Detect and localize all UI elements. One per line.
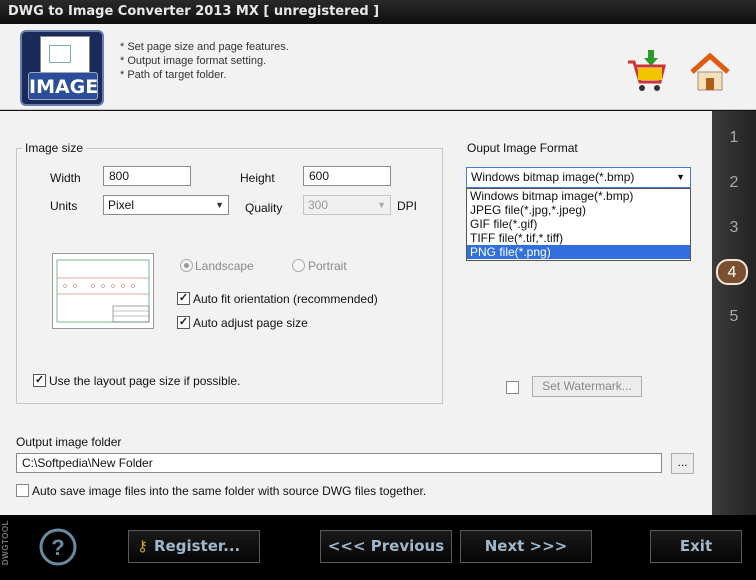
logo-label: IMAGE <box>28 72 98 100</box>
auto-fit-label: Auto fit orientation (recommended) <box>193 292 378 306</box>
output-format-label: Ouput Image Format <box>467 141 578 155</box>
output-format-select[interactable]: Windows bitmap image(*.bmp) ▼ <box>466 167 691 188</box>
chevron-down-icon: ▼ <box>377 200 386 210</box>
landscape-label: Landscape <box>195 259 254 273</box>
format-option-jpeg[interactable]: JPEG file(*.jpg,*.jpeg) <box>467 203 690 217</box>
layout-size-label: Use the layout page size if possible. <box>49 374 241 388</box>
app-logo: IMAGE <box>20 30 104 106</box>
format-option-bmp[interactable]: Windows bitmap image(*.bmp) <box>467 189 690 203</box>
output-format-value: Windows bitmap image(*.bmp) <box>471 170 635 184</box>
page-preview <box>52 253 154 329</box>
exit-button[interactable]: Exit <box>650 530 742 563</box>
landscape-radio[interactable] <box>180 259 193 272</box>
portrait-radio[interactable] <box>292 259 305 272</box>
height-label: Height <box>240 171 275 185</box>
width-input[interactable]: 800 <box>103 166 191 186</box>
auto-adjust-checkbox[interactable]: ✓ <box>177 316 190 329</box>
auto-adjust-label: Auto adjust page size <box>193 316 308 330</box>
drawing-preview-icon <box>56 259 150 323</box>
auto-fit-checkbox[interactable]: ✓ <box>177 292 190 305</box>
quality-select[interactable]: 300 ▼ <box>303 195 391 215</box>
drawing-icon <box>40 36 90 74</box>
units-value: Pixel <box>108 198 135 212</box>
tip-3: * Path of target folder. <box>120 69 227 81</box>
svg-text:?: ? <box>51 535 64 560</box>
set-watermark-button[interactable]: Set Watermark... <box>532 376 642 397</box>
output-folder-input[interactable]: C:\Softpedia\New Folder <box>16 453 662 473</box>
quality-value: 300 <box>308 198 329 212</box>
auto-save-checkbox[interactable] <box>16 484 29 497</box>
format-option-tiff[interactable]: TIFF file(*.tif,*.tiff) <box>467 231 690 245</box>
step-2[interactable]: 2 <box>712 174 756 192</box>
key-icon: ⚷ <box>137 537 148 555</box>
chevron-down-icon: ▼ <box>676 172 685 182</box>
help-icon[interactable]: ? <box>38 527 78 567</box>
side-brand-label: DWGTOOL <box>1 520 10 566</box>
watermark-checkbox[interactable] <box>506 381 519 394</box>
header: IMAGE * Set page size and page features.… <box>0 24 756 110</box>
tip-2: * Output image format setting. <box>120 55 267 67</box>
height-input[interactable]: 600 <box>303 166 391 186</box>
home-icon[interactable] <box>688 50 732 94</box>
output-format-list: Windows bitmap image(*.bmp) JPEG file(*.… <box>466 188 691 261</box>
portrait-label: Portrait <box>308 259 347 273</box>
dpi-label: DPI <box>397 199 418 213</box>
quality-label: Quality <box>245 201 283 215</box>
previous-button[interactable]: <<< Previous <box>320 530 452 563</box>
step-4[interactable]: 4 <box>716 259 748 285</box>
format-option-gif[interactable]: GIF file(*.gif) <box>467 217 690 231</box>
step-rail: 1 2 3 4 5 <box>712 111 756 515</box>
units-select[interactable]: Pixel ▼ <box>103 195 229 215</box>
shopping-cart-icon[interactable] <box>624 50 668 94</box>
auto-save-label: Auto save image files into the same fold… <box>32 484 427 498</box>
register-button[interactable]: ⚷ Register... <box>128 530 260 563</box>
step-3[interactable]: 3 <box>712 219 756 237</box>
image-size-label: Image size <box>22 141 87 155</box>
tip-1: * Set page size and page features. <box>120 41 289 53</box>
width-label: Width <box>50 171 81 185</box>
units-label: Units <box>50 199 78 213</box>
step-5[interactable]: 5 <box>712 308 756 326</box>
format-option-png[interactable]: PNG file(*.png) <box>467 245 690 259</box>
step-1[interactable]: 1 <box>712 129 756 147</box>
next-button[interactable]: Next >>> <box>460 530 592 563</box>
chevron-down-icon: ▼ <box>215 200 224 210</box>
window-title: DWG to Image Converter 2013 MX [ unregis… <box>0 0 756 24</box>
tips: * Set page size and page features. * Out… <box>120 40 289 82</box>
output-folder-label: Output image folder <box>16 435 122 449</box>
layout-size-checkbox[interactable]: ✓ <box>33 374 46 387</box>
register-label: Register... <box>154 537 241 555</box>
footer: ? ⚷ Register... <<< Previous Next >>> Exi… <box>0 515 756 580</box>
browse-button[interactable]: ... <box>671 453 694 474</box>
